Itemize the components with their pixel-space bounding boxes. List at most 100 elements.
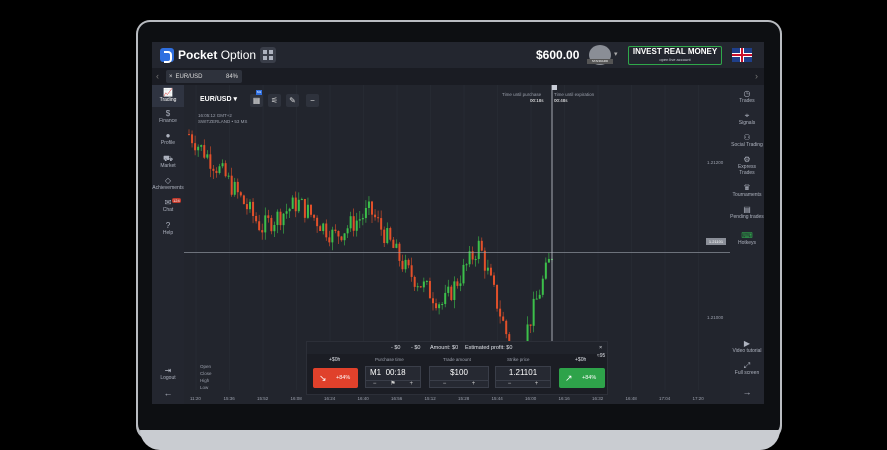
candle	[535, 298, 538, 300]
candle	[374, 214, 377, 218]
trade-amount-stepper[interactable]: − +	[430, 380, 488, 388]
trade-amount-field[interactable]: $100 − +	[429, 366, 489, 388]
timeframe-icon: ▦	[252, 96, 261, 105]
sidebar-item-full-screen[interactable]: ⤢ Full screen	[730, 361, 764, 376]
account-balance[interactable]: $600.00	[536, 48, 579, 62]
minus-icon[interactable]: −	[443, 381, 447, 388]
sidebar-item-market[interactable]: ⛟ Market	[152, 154, 184, 169]
candle	[422, 281, 425, 288]
sidebar-item-express-trades[interactable]: ⚙ Express Trades	[730, 155, 764, 176]
candle	[483, 250, 486, 271]
sidebar-item-hotkeys[interactable]: ⌨ Hotkeys	[730, 231, 764, 246]
close-icon[interactable]: ×	[599, 345, 602, 351]
trade-panel: - $0 - $0 Amount: $0 Estimated profit: $…	[306, 341, 608, 395]
price-label: 1.21000	[707, 315, 724, 320]
time-axis-label: 16:56	[391, 396, 403, 401]
candle	[367, 201, 370, 208]
sidebar-item-trades[interactable]: ◷ Trades	[730, 89, 764, 104]
uk-flag-icon[interactable]	[732, 48, 752, 62]
arrow-left-icon[interactable]: ←	[152, 388, 184, 398]
asset-tab-label: EUR/USD	[175, 73, 203, 80]
plus-icon[interactable]: +	[410, 381, 414, 388]
sidebar-item-help[interactable]: ? Help	[152, 221, 184, 236]
candle	[474, 259, 477, 261]
sidebar-item-trading[interactable]: 📈 Trading	[152, 85, 184, 107]
sidebar-item-tournaments[interactable]: ♛ Tournaments	[730, 183, 764, 198]
trade-summary-bar: - $0 - $0 Amount: $0 Estimated profit: $…	[307, 342, 607, 354]
purchase-time-label: Purchase time	[375, 357, 404, 362]
purchase-time-stepper[interactable]: − ⚑ +	[366, 380, 420, 388]
draw-button[interactable]: ✎	[286, 94, 299, 107]
time-axis-label: 15:28	[458, 396, 470, 401]
candle	[428, 280, 431, 299]
chart-market: SWITZERLAND • 53 MS	[198, 119, 248, 124]
arrow-up-icon: ↗	[565, 373, 573, 383]
sidebar-item-profile[interactable]: ● Profile	[152, 131, 184, 146]
sidebar-item-chat[interactable]: ✉ Chat 124	[152, 198, 184, 213]
candle	[230, 175, 233, 195]
minus-icon: −	[310, 96, 315, 105]
brand-name: Pocket Option	[178, 48, 257, 62]
sidebar-item-video-tutorial[interactable]: ▶ Video tutorial	[730, 339, 764, 354]
arrow-right-icon[interactable]: →	[730, 388, 764, 397]
apps-grid-icon[interactable]	[260, 47, 276, 63]
candle	[343, 233, 346, 241]
pencil-icon: ✎	[289, 96, 296, 105]
candle	[538, 294, 541, 299]
chevron-right-icon[interactable]: ›	[755, 71, 758, 81]
candle	[361, 218, 364, 220]
candle	[285, 211, 288, 214]
invest-real-money-button[interactable]: INVEST REAL MONEY open live account	[628, 46, 722, 65]
candle	[291, 197, 294, 209]
laptop-base	[140, 430, 780, 450]
indicators-button[interactable]: ⚟	[268, 94, 281, 107]
chevron-left-icon[interactable]: ‹	[156, 71, 159, 81]
chevron-down-icon[interactable]: ▾	[614, 50, 618, 58]
time-axis-label: 16:32	[592, 396, 604, 401]
time-axis-label: 16:16	[558, 396, 570, 401]
candle	[468, 251, 471, 265]
candle	[435, 303, 438, 309]
candle	[480, 240, 483, 251]
express-icon: ⚙	[743, 155, 751, 164]
more-button[interactable]: −	[306, 94, 319, 107]
sidebar-item-logout[interactable]: ⇥ Logout	[152, 366, 184, 381]
sidebar-item-social-trading[interactable]: ⚇ Social Trading	[730, 133, 764, 148]
plus-icon[interactable]: +	[535, 381, 539, 388]
timeframe-button[interactable]: ▦ M1	[250, 90, 263, 107]
logout-icon: ⇥	[164, 366, 172, 375]
candle	[319, 226, 322, 232]
flag-icon[interactable]: ⚑	[390, 381, 395, 388]
minus-icon[interactable]: −	[373, 381, 377, 388]
sidebar-item-finance[interactable]: $ Finance	[152, 109, 184, 124]
expiry-timer-value: 00:48s	[554, 98, 568, 103]
buy-button[interactable]: ↗ +84%	[559, 368, 605, 388]
purchase-time-field[interactable]: M1 00:18 − ⚑ +	[365, 366, 421, 388]
plus-icon[interactable]: +	[472, 381, 476, 388]
brand-logo[interactable]: Pocket Option	[160, 48, 257, 63]
close-icon[interactable]: ×	[169, 74, 173, 80]
avatar[interactable]: STANDARD	[587, 45, 613, 65]
fullscreen-icon: ⤢	[743, 361, 751, 370]
sidebar-item-pending-trades[interactable]: ▤ Pending trades	[730, 205, 764, 220]
candle	[456, 281, 459, 286]
sell-button[interactable]: ↘ +84%	[313, 368, 358, 388]
candle	[236, 181, 239, 193]
sidebar-item-achievements[interactable]: ◇ Achievements	[152, 176, 184, 191]
minus-icon[interactable]: −	[508, 381, 512, 388]
candle	[300, 199, 303, 201]
candle	[270, 217, 273, 232]
strike-price-stepper[interactable]: − +	[496, 380, 550, 388]
price-label: 1.21200	[707, 160, 724, 165]
candle	[489, 267, 492, 276]
time-axis-label: 16:24	[324, 396, 336, 401]
sidebar-item-signals[interactable]: ⌖ Signals	[730, 111, 764, 126]
chat-badge: 124	[172, 198, 181, 203]
strike-price-field[interactable]: 1.21101 − +	[495, 366, 551, 388]
candle	[297, 199, 300, 212]
asset-tab[interactable]: × EUR/USD 84%	[166, 70, 242, 83]
candle	[462, 264, 465, 284]
candle	[395, 243, 398, 248]
candle	[191, 134, 194, 144]
pair-selector[interactable]: EUR/USD ▾	[200, 95, 248, 107]
